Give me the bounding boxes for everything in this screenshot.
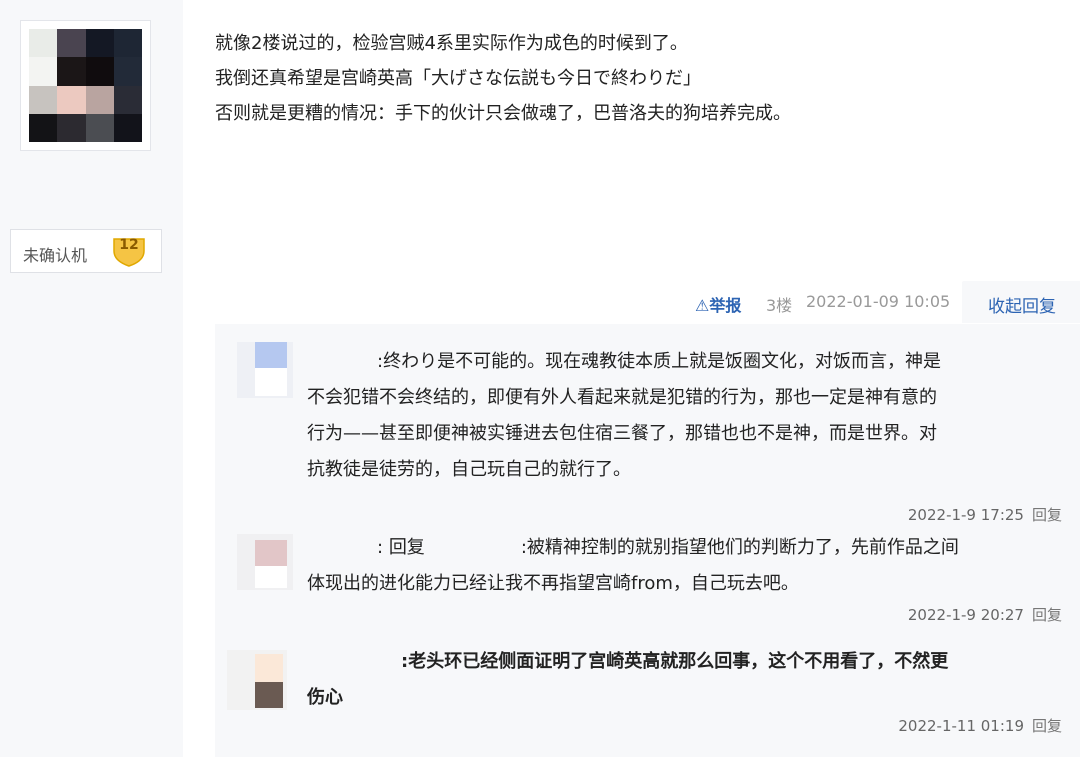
- reply-line: :老头环已经侧面证明了宫崎英高就那么回事，这个不用看了，不然更: [307, 644, 1057, 680]
- level-title: 未确认机: [23, 246, 88, 265]
- reply-button[interactable]: 回复: [1032, 506, 1062, 524]
- reply-line: 抗教徒是徒劳的，自己玩自己的就行了。: [307, 459, 631, 480]
- post-footer: ⚠举报 3楼 2022-01-09 10:05 收起回复: [0, 281, 1080, 323]
- reply-timestamp: 2022-1-11 01:19: [898, 717, 1024, 735]
- blurred-username[interactable]: [307, 352, 377, 372]
- reply-line: : 回复:被精神控制的就别指望他们的判断力了，先前作品之间: [307, 530, 1057, 566]
- pixelated-avatar-image: [29, 29, 142, 142]
- reply-timestamp: 2022-1-9 17:25: [907, 506, 1024, 524]
- user-level-box[interactable]: 未确认机 12: [10, 229, 162, 273]
- reply-text: : 回复:被精神控制的就别指望他们的判断力了，先前作品之间 体现出的进化能力已经…: [307, 530, 1057, 602]
- reply-text: :终わり是不可能的。现在魂教徒本质上就是饭圈文化，对饭而言，神是 不会犯错不会终…: [307, 344, 1057, 488]
- reply-avatar[interactable]: [237, 534, 293, 590]
- author-avatar[interactable]: [20, 20, 151, 151]
- reply-line: :终わり是不可能的。现在魂教徒本质上就是饭圈文化，对饭而言，神是: [307, 344, 1057, 380]
- level-number: 12: [119, 237, 139, 253]
- blurred-username[interactable]: [425, 538, 521, 558]
- post-timestamp: 2022-01-09 10:05: [806, 292, 951, 311]
- report-button[interactable]: ⚠举报: [695, 292, 741, 316]
- collapse-replies-tab[interactable]: 收起回复: [962, 281, 1080, 323]
- reply-line: 体现出的进化能力已经让我不再指望宫崎from，自己玩去吧。: [307, 573, 799, 594]
- reply-meta: 2022-1-11 01:19 回复: [898, 715, 1062, 736]
- blurred-username[interactable]: [307, 652, 401, 672]
- post-line: 我倒还真希望是宫崎英高「大げさな伝説も今日で終わりだ」: [215, 68, 701, 89]
- reply-list: :终わり是不可能的。现在魂教徒本质上就是饭圈文化，对饭而言，神是 不会犯错不会终…: [215, 324, 1080, 757]
- post-line: 否则就是更糟的情况：手下的伙计只会做魂了，巴普洛夫的狗培养完成。: [215, 103, 791, 124]
- reply-button[interactable]: 回复: [1032, 717, 1062, 735]
- reply-timestamp: 2022-1-9 20:27: [907, 606, 1024, 624]
- reply-meta: 2022-1-9 17:25 回复: [908, 504, 1062, 525]
- floor-number: 3楼: [766, 296, 793, 315]
- blurred-username[interactable]: [307, 538, 377, 558]
- reply-avatar[interactable]: [227, 650, 287, 710]
- collapse-replies-button[interactable]: 收起回复: [988, 292, 1056, 317]
- post-line: 就像2楼说过的，检验宫贼4系里实际作为成色的时候到了。: [215, 33, 688, 54]
- post-body: 就像2楼说过的，检验宫贼4系里实际作为成色的时候到了。 我倒还真希望是宫崎英高「…: [215, 26, 1055, 131]
- reply-meta: 2022-1-9 20:27 回复: [908, 604, 1062, 625]
- reply-button[interactable]: 回复: [1032, 606, 1062, 624]
- reply-line: 行为——甚至即便神被实锤进去包住宿三餐了，那错也也不是神，而是世界。对: [307, 423, 937, 444]
- reply-line: 伤心: [307, 687, 343, 708]
- reply-line: 不会犯错不会终结的，即便有外人看起来就是犯错的行为，那也一定是神有意的: [307, 387, 937, 408]
- reply-to-label: 回复: [388, 537, 425, 558]
- author-sidebar: 未确认机 12: [0, 0, 183, 757]
- reply-text: :老头环已经侧面证明了宫崎英高就那么回事，这个不用看了，不然更 伤心: [307, 644, 1057, 716]
- reply-avatar[interactable]: [237, 342, 293, 398]
